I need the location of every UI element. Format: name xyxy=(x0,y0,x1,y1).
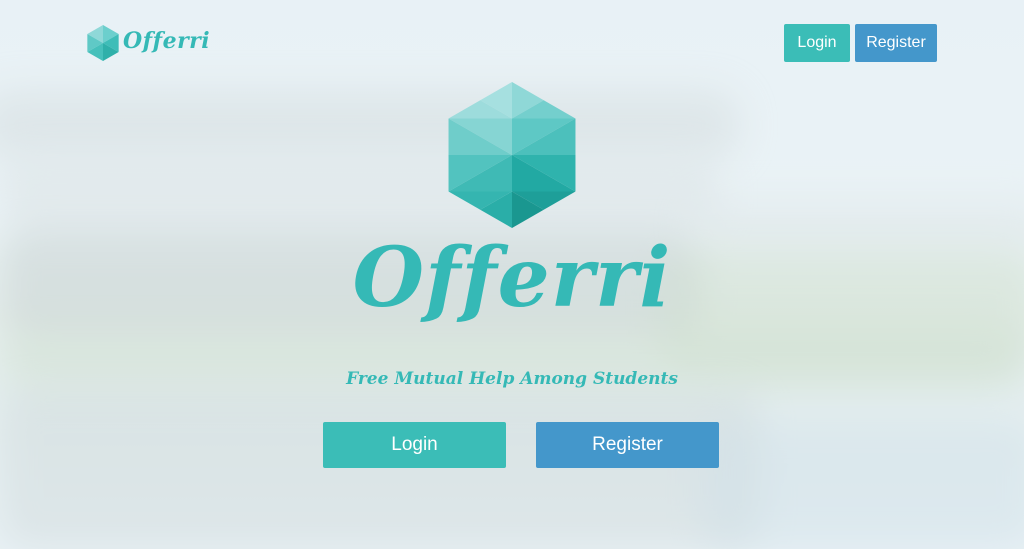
hexagon-gem-icon xyxy=(448,82,576,228)
hero-login-button[interactable]: Login xyxy=(323,422,506,468)
header-login-button[interactable]: Login xyxy=(784,24,850,62)
hero-tagline: Free Mutual Help Among Students xyxy=(346,369,678,389)
header-register-button[interactable]: Register xyxy=(855,24,937,62)
hero-title: Offerri xyxy=(352,230,672,326)
hexagon-gem-icon xyxy=(87,25,119,61)
brand-logo-text[interactable]: Offerri xyxy=(123,28,210,54)
hero-register-button[interactable]: Register xyxy=(536,422,719,468)
